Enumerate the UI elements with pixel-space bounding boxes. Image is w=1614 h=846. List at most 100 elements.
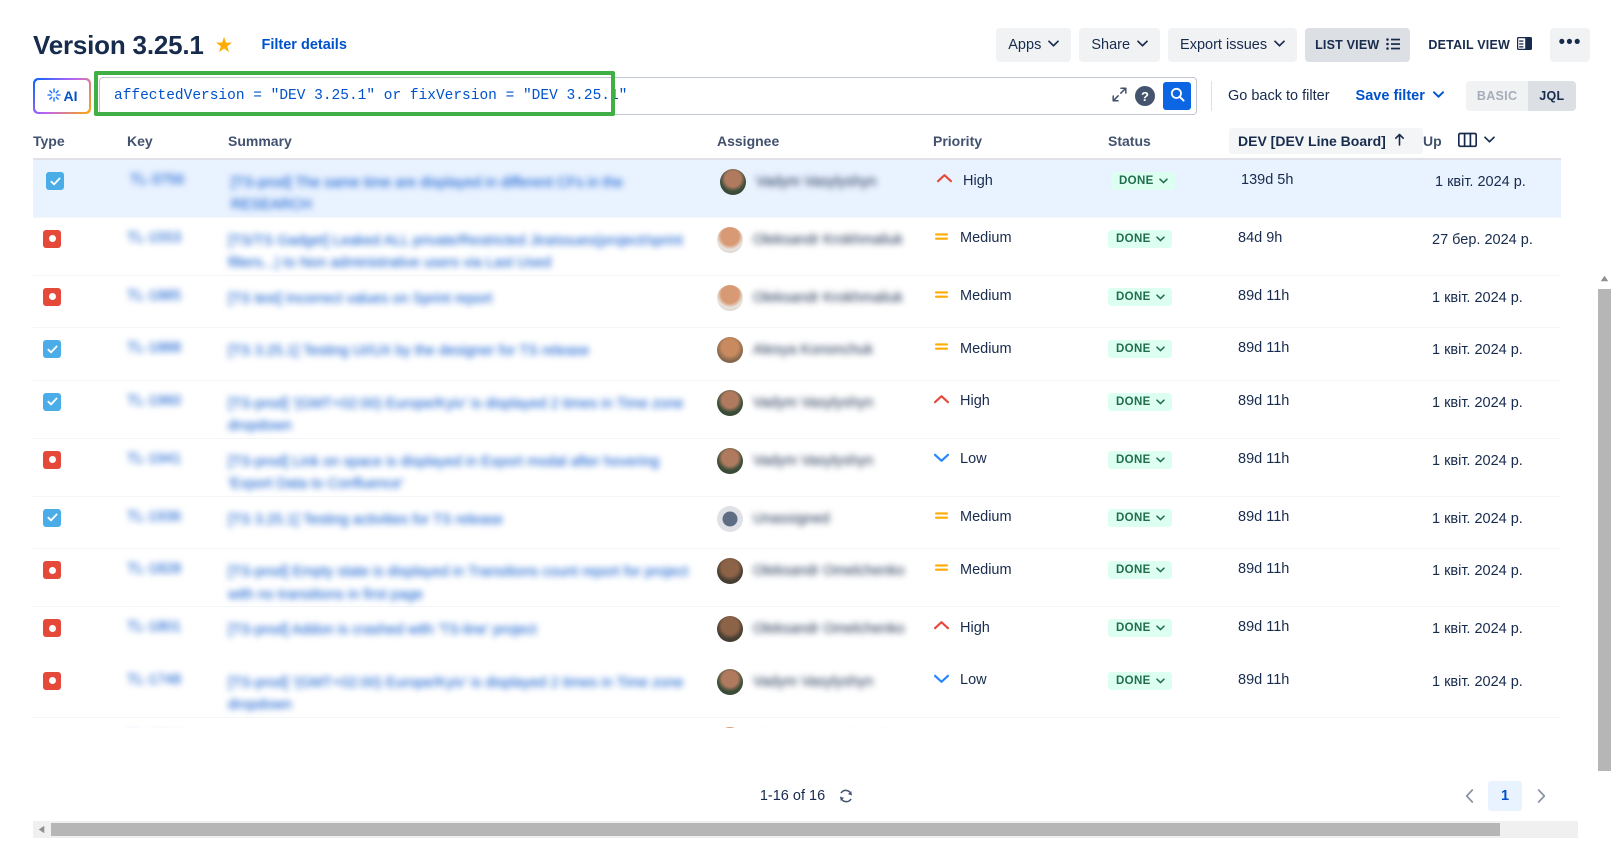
refresh-icon[interactable] xyxy=(838,788,854,804)
table-row[interactable]: TL-1828 [TS-prod] Empty state is displaye… xyxy=(33,549,1561,608)
task-icon[interactable] xyxy=(43,508,61,527)
issue-key-link[interactable]: TL-1960 xyxy=(127,393,181,409)
issue-summary-link[interactable]: [TS/TS Gadget] Leaked ALL private/Restri… xyxy=(228,230,694,275)
page-number-1[interactable]: 1 xyxy=(1488,781,1522,811)
avatar[interactable] xyxy=(717,226,743,253)
status-badge[interactable]: DONE xyxy=(1108,671,1172,690)
share-button[interactable]: Share xyxy=(1079,28,1161,62)
column-header-dev-line-board[interactable]: DEV [DEV Line Board] xyxy=(1229,128,1423,154)
status-badge[interactable]: DONE xyxy=(1108,561,1172,580)
issue-summary-link[interactable]: [TS test] Incorrect values on Sprint rep… xyxy=(228,288,694,310)
expand-icon[interactable] xyxy=(1112,86,1127,106)
issue-key-link[interactable]: TL-1888 xyxy=(127,340,181,356)
issue-key-link[interactable]: TL-1801 xyxy=(127,619,181,635)
column-header-priority[interactable]: Priority xyxy=(933,133,1108,149)
bug-icon[interactable] xyxy=(43,229,61,248)
column-header-status[interactable]: Status xyxy=(1108,133,1238,149)
avatar[interactable] xyxy=(717,668,743,695)
column-header-up[interactable]: Up xyxy=(1423,132,1495,151)
status-badge[interactable]: DONE xyxy=(1108,340,1172,359)
issue-key-link[interactable]: TL-1885 xyxy=(127,288,181,304)
issue-key-link[interactable]: TL-1553 xyxy=(127,230,181,246)
columns-config-button[interactable] xyxy=(1457,132,1495,151)
scroll-left-arrow[interactable] xyxy=(33,821,50,838)
column-header-summary[interactable]: Summary xyxy=(228,133,717,149)
avatar[interactable] xyxy=(720,169,746,195)
issue-key-link[interactable]: TL-1936 xyxy=(127,509,181,525)
column-header-key[interactable]: Key xyxy=(127,133,228,149)
table-body[interactable]: TL-3756 [TS-prod] The same time are displ… xyxy=(33,160,1561,728)
task-icon[interactable] xyxy=(43,392,61,411)
table-row[interactable]: TL-1744[TS/TS Gadget] Remove Last Used D… xyxy=(33,718,1561,728)
status-badge[interactable]: DONE xyxy=(1108,229,1172,248)
issue-summary-link[interactable]: [TS-prod] The same time are displayed in… xyxy=(231,172,697,217)
issue-summary-link[interactable]: [TS-prod] Empty state is displayed in Tr… xyxy=(228,561,694,606)
vertical-scroll-thumb[interactable] xyxy=(1598,289,1611,809)
detail-view-button[interactable]: DETAIL VIEW xyxy=(1418,28,1542,62)
table-row[interactable]: TL-1748 [TS-prod] '(GMT+02:00) Europe/Kyi… xyxy=(33,660,1561,718)
star-icon[interactable]: ★ xyxy=(215,35,234,56)
avatar[interactable] xyxy=(717,337,743,364)
task-icon[interactable] xyxy=(46,172,64,190)
column-header-assignee[interactable]: Assignee xyxy=(717,133,933,149)
list-view-button[interactable]: LIST VIEW xyxy=(1305,28,1411,62)
bug-icon[interactable] xyxy=(43,450,61,469)
status-badge[interactable]: DONE xyxy=(1108,287,1172,306)
scroll-up-arrow[interactable] xyxy=(1597,270,1612,287)
issue-summary-link[interactable]: [TS 3.25.1] Testing UI/UX by the designe… xyxy=(228,340,694,362)
avatar[interactable] xyxy=(717,505,743,532)
table-row[interactable]: TL-1885 [TS test] Incorrect values on Spr… xyxy=(33,276,1561,329)
jql-mode-button[interactable]: JQL xyxy=(1528,81,1576,111)
avatar[interactable] xyxy=(717,284,743,311)
horizontal-scroll-thumb[interactable] xyxy=(51,823,1500,836)
issue-summary-link[interactable]: [TS-prod] '(GMT+02:00) Europe/Kyiv' is d… xyxy=(228,393,694,438)
table-row[interactable]: TL-3756 [TS-prod] The same time are displ… xyxy=(33,160,1561,218)
vertical-scrollbar[interactable] xyxy=(1597,270,1612,846)
issue-summary-link[interactable]: [TS-prod] Link on space is displayed in … xyxy=(228,451,694,496)
status-badge[interactable]: DONE xyxy=(1111,172,1175,190)
avatar[interactable] xyxy=(717,558,743,585)
issue-key-link[interactable]: TL-1941 xyxy=(127,451,181,467)
table-row[interactable]: TL-1888 [TS 3.25.1] Testing UI/UX by the … xyxy=(33,328,1561,381)
issue-key-link[interactable]: TL-1828 xyxy=(127,561,181,577)
avatar[interactable] xyxy=(717,616,743,643)
bug-icon[interactable] xyxy=(43,561,61,580)
table-row[interactable]: TL-1941 [TS-prod] Link on space is displa… xyxy=(33,439,1561,497)
avatar[interactable] xyxy=(717,389,743,416)
search-button[interactable] xyxy=(1163,82,1191,110)
column-header-type[interactable]: Type xyxy=(33,133,127,149)
bug-icon[interactable] xyxy=(43,619,61,638)
export-issues-button[interactable]: Export issues xyxy=(1168,28,1298,62)
bug-icon[interactable] xyxy=(43,287,61,306)
issue-key-link[interactable]: TL-3756 xyxy=(130,172,184,188)
previous-page-button[interactable] xyxy=(1454,781,1484,811)
issue-summary-link[interactable]: [TS-prod] Addon is crashed with 'TS-line… xyxy=(228,619,694,641)
filter-details-link[interactable]: Filter details xyxy=(261,37,346,53)
help-icon[interactable]: ? xyxy=(1135,86,1155,106)
table-row[interactable]: TL-1553 [TS/TS Gadget] Leaked ALL private… xyxy=(33,218,1561,276)
jql-query-text[interactable]: affectedVersion = "DEV 3.25.1" or fixVer… xyxy=(100,88,1112,104)
next-page-button[interactable] xyxy=(1526,781,1556,811)
status-badge[interactable]: DONE xyxy=(1108,450,1172,469)
table-row[interactable]: TL-1936 [TS 3.25.1] Testing activities fo… xyxy=(33,497,1561,550)
status-badge[interactable]: DONE xyxy=(1108,619,1172,638)
issue-summary-link[interactable]: [TS-prod] '(GMT+02:00) Europe/Kyiv' is d… xyxy=(228,672,694,717)
basic-mode-button[interactable]: BASIC xyxy=(1465,81,1529,111)
issue-summary-link[interactable]: [TS 3.25.1] Testing activities for TS re… xyxy=(228,509,694,531)
table-row[interactable]: TL-1801 [TS-prod] Addon is crashed with '… xyxy=(33,607,1561,660)
horizontal-scrollbar[interactable] xyxy=(33,821,1578,838)
status-badge[interactable]: DONE xyxy=(1108,508,1172,527)
go-back-to-filter-link[interactable]: Go back to filter xyxy=(1228,88,1330,104)
avatar[interactable] xyxy=(717,726,743,728)
save-filter-button[interactable]: Save filter xyxy=(1356,88,1444,104)
bug-icon[interactable] xyxy=(43,671,61,690)
status-badge[interactable]: DONE xyxy=(1108,392,1172,411)
jql-input-field[interactable]: affectedVersion = "DEV 3.25.1" or fixVer… xyxy=(99,77,1197,115)
more-actions-button[interactable]: ••• xyxy=(1550,28,1590,62)
issue-key-link[interactable]: TL-1748 xyxy=(127,672,181,688)
avatar[interactable] xyxy=(717,447,743,474)
table-row[interactable]: TL-1960 [TS-prod] '(GMT+02:00) Europe/Kyi… xyxy=(33,381,1561,439)
apps-button[interactable]: Apps xyxy=(996,28,1072,62)
task-icon[interactable] xyxy=(43,340,61,359)
ai-button[interactable]: AI xyxy=(33,78,91,114)
